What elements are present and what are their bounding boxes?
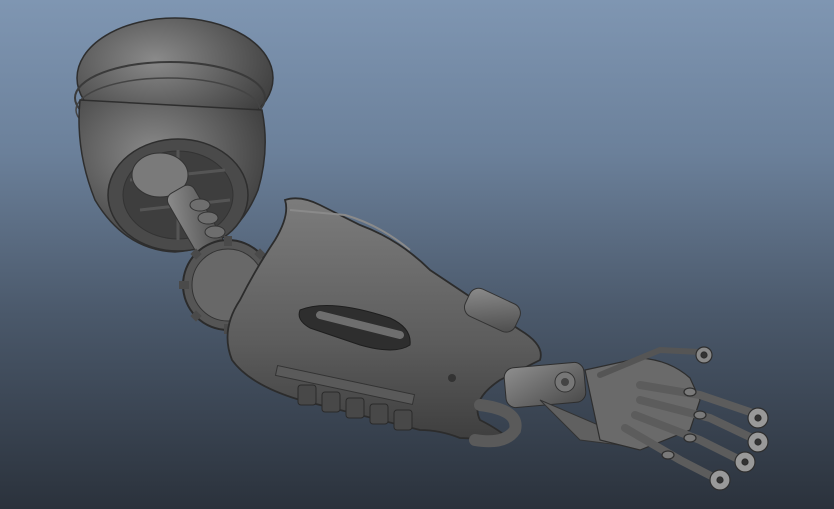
shoulder-pod[interactable] — [74, 17, 274, 253]
mechanical-hand[interactable] — [584, 346, 769, 491]
forearm-housing[interactable] — [226, 197, 542, 448]
3d-viewport[interactable] — [0, 0, 834, 509]
mechanical-arm-model[interactable] — [0, 0, 834, 509]
